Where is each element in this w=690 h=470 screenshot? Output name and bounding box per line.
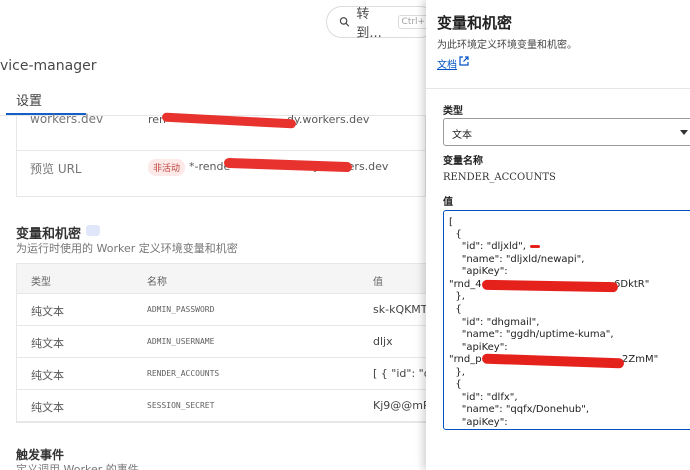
value-line: "apiKey": xyxy=(449,342,508,353)
value-line: }, xyxy=(449,367,465,378)
value-line: "name": "dljxld/newapi", xyxy=(449,254,585,265)
redaction-mark xyxy=(481,353,625,369)
panel-subtitle: 为此环境定义环境变量和机密。 xyxy=(437,40,577,51)
redaction-mark xyxy=(481,279,619,293)
variable-name-value: RENDER_ACCOUNTS xyxy=(443,172,556,183)
value-line: { xyxy=(449,304,462,315)
value-line: { xyxy=(449,379,462,390)
type-select[interactable]: 文本 xyxy=(443,118,690,146)
value-label: 值 xyxy=(443,197,453,208)
chevron-down-icon xyxy=(680,130,688,135)
value-line: [ xyxy=(449,217,453,228)
value-line: "id": "dhgmail", xyxy=(449,317,540,328)
edit-variables-panel: 变量和机密 为此环境定义环境变量和机密。 文档 类型 文本 变量名称 RENDE… xyxy=(426,0,690,470)
value-line: "apiKey": xyxy=(449,266,508,277)
background-overlay[interactable] xyxy=(0,0,426,470)
value-line: "rnd_p xyxy=(449,354,482,365)
value-line: "name": "ggdh/uptime-kuma", xyxy=(449,329,614,340)
value-line: 2ZmM" xyxy=(622,354,659,365)
value-line: { xyxy=(449,229,462,240)
type-label: 类型 xyxy=(443,106,463,117)
panel-title: 变量和机密 xyxy=(437,14,513,32)
type-select-value: 文本 xyxy=(452,130,472,141)
value-line: "name": "qqfx/Donehub", xyxy=(449,404,590,415)
redaction-mark xyxy=(530,245,540,248)
variable-name-label: 变量名称 xyxy=(443,156,483,167)
value-line: "apiKey": xyxy=(449,417,508,428)
external-link-icon xyxy=(459,56,469,66)
docs-link[interactable]: 文档 xyxy=(437,56,457,71)
value-line: "rnd_4 xyxy=(449,279,482,290)
value-line: 6DktR" xyxy=(614,279,650,290)
value-line: "id": "dlfx", xyxy=(449,392,518,403)
value-line: "id": "dljxld", xyxy=(449,241,526,252)
value-textarea[interactable]: [ { "id": "dljxld", "name": "dljxld/newa… xyxy=(443,210,690,430)
value-line: }, xyxy=(449,291,465,302)
panel-divider xyxy=(426,88,690,89)
